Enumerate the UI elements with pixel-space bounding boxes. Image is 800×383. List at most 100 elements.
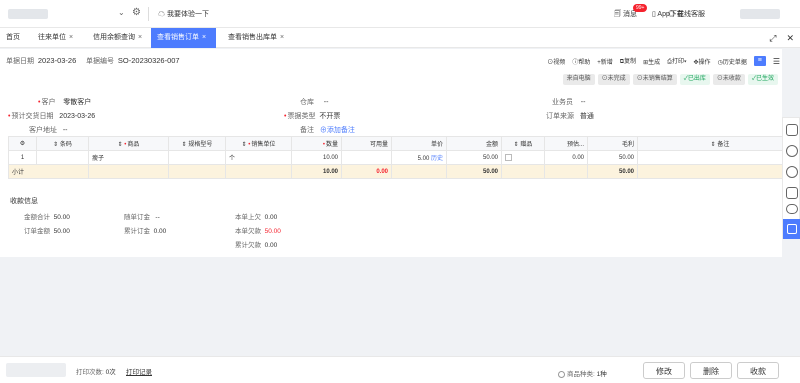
status-badge: 来自电脑: [562, 74, 595, 85]
radio-icon: [558, 370, 565, 378]
status-badge: ✓已出库: [679, 74, 710, 85]
company-selector[interactable]: [8, 9, 48, 19]
layout-icon[interactable]: [783, 219, 800, 239]
edit-button[interactable]: 修改: [643, 362, 685, 379]
col-price: 单价: [391, 136, 447, 151]
bell-icon: 🗐: [614, 11, 621, 18]
col-gift: ⇕ 赠品: [501, 136, 545, 151]
price-history-link[interactable]: 历史: [431, 156, 443, 162]
cloud-icon: ☁: [158, 11, 165, 18]
print-button[interactable]: ⎙打印▾: [667, 56, 686, 66]
list-view-icon[interactable]: ≡: [753, 56, 766, 66]
tab-home[interactable]: 首页: [0, 28, 26, 48]
headset-icon: ◎: [668, 11, 675, 18]
menu-icon[interactable]: ☰: [773, 57, 780, 66]
settings-icon[interactable]: ⚙: [8, 136, 37, 151]
table-row[interactable]: 1 瘦子 个 10.00 5.00 历史 50.00 0.00 50.00: [8, 150, 800, 165]
help-button[interactable]: ⓘ帮助: [572, 57, 590, 66]
toolbar: ⊙视频 ⓘ帮助 +新增 ⧉复制 ⊞生成 ⎙打印▾ ✥操作 ◷历史单据 ≡ ☰: [547, 55, 780, 67]
link-icon[interactable]: [786, 204, 798, 214]
status-badge: ⊙未收款: [712, 74, 745, 85]
warehouse-field: 仓库 --: [300, 99, 329, 106]
col-qty: •数量: [291, 136, 342, 151]
status-badge: ⊙未销售结算: [632, 74, 677, 85]
tab-sales-outbound[interactable]: 查看销售出库单 ×: [222, 28, 290, 48]
gear-icon[interactable]: ⚙: [132, 7, 141, 18]
status-badge: ✓已生效: [747, 74, 778, 85]
shortcut-icon[interactable]: [786, 145, 798, 157]
customer-service-button[interactable]: ◎ 在线客服: [668, 9, 705, 19]
tab-sales-order[interactable]: 查看销售订单 ×: [151, 28, 216, 48]
divider: [148, 7, 149, 21]
close-icon[interactable]: ×: [280, 34, 284, 41]
operate-button[interactable]: ✥操作: [694, 57, 711, 66]
col-barcode: ⇕ 条码: [36, 136, 89, 151]
col-profit: 毛利: [587, 136, 638, 151]
gift-checkbox[interactable]: [505, 153, 512, 161]
col-spec: ⇕ 规格型号: [168, 136, 226, 151]
tab-contacts[interactable]: 往来单位 ×: [32, 28, 79, 48]
add-button[interactable]: +新增: [597, 57, 613, 66]
delete-button[interactable]: 删除: [690, 362, 732, 379]
user-icon[interactable]: [786, 166, 798, 178]
status-badges: 来自电脑 ⊙未完成 ⊙未销售结算 ✓已出库 ⊙未收款 ✓已生效: [562, 74, 778, 85]
generate-button[interactable]: ⊞生成: [643, 57, 660, 66]
remark-field: 备注 ⊕添加备注: [300, 127, 355, 134]
close-icon[interactable]: ×: [138, 34, 142, 41]
salesman-field: 业务员 --: [552, 99, 586, 106]
footer-bar: 打印次数: 0次 打印记录 商品种类: 1种 修改 删除 收款: [0, 356, 800, 383]
document-number: 单据编号 SO-20230326-007: [86, 56, 180, 65]
accum-deposit: 累计订金 0.00: [124, 228, 167, 235]
print-record-link[interactable]: 打印记录: [126, 366, 152, 376]
product-table: ⚙ ⇕ 条码 ⇕ •商品 ⇕ 规格型号 ⇕ •销售单位 •数量 可用量 单价 金…: [8, 136, 800, 179]
try-new-link[interactable]: ☁ 我要体验一下: [158, 9, 209, 19]
total-amount: 金额合计 50.00: [24, 214, 70, 221]
col-remark: ⇕ 备注: [637, 136, 800, 151]
close-icon[interactable]: ×: [69, 34, 73, 41]
order-panel: 单据日期 2023-03-26 单据编号 SO-20230326-007 ⊙视频…: [0, 49, 800, 257]
tab-bar: 首页 往来单位 × 信用余额查询 × 查看销售订单 × 查看销售出库单 × ⤢ ✕: [0, 28, 800, 48]
tab-tools: ⤢ ✕: [759, 28, 794, 48]
document-date: 单据日期 2023-03-26: [6, 56, 77, 65]
print-count: 打印次数: 0次: [76, 369, 116, 376]
col-amount: 金额: [446, 136, 502, 151]
expand-icon[interactable]: ⤢: [769, 33, 776, 43]
footer-info: [6, 363, 66, 377]
order-amount: 订单金额 50.00: [24, 228, 70, 235]
accum-owed: 累计欠款 0.00: [235, 242, 278, 249]
delivery-date-field: •预计交货日期 2023-03-26: [8, 113, 96, 120]
invoice-type-field: •票据类型 不开票: [284, 113, 341, 120]
plus-circle-icon: ⊕: [319, 127, 327, 134]
table-header: ⚙ ⇕ 条码 ⇕ •商品 ⇕ 规格型号 ⇕ •销售单位 •数量 可用量 单价 金…: [8, 136, 800, 151]
user-avatar[interactable]: [740, 9, 780, 19]
top-bar: ⌄ ⚙ ☁ 我要体验一下 🗐 消息 99+ ▯ App下载 ◎ 在线客服: [0, 0, 800, 28]
deposit: 随单订金 --: [124, 214, 160, 221]
add-remark-link[interactable]: ⊕添加备注: [320, 127, 355, 134]
document-icon[interactable]: [786, 124, 798, 136]
last-owed: 本单上欠 0.00: [235, 214, 278, 221]
order-source-field: 订单来源 普通: [546, 113, 594, 120]
col-estimate: 预估...: [544, 136, 588, 151]
status-badge: ⊙未完成: [597, 74, 630, 85]
close-icon[interactable]: ×: [202, 34, 206, 41]
chevron-down-icon[interactable]: ⌄: [118, 8, 125, 17]
col-available: 可用量: [341, 136, 392, 151]
history-button[interactable]: ◷历史单据: [718, 57, 747, 66]
copy-button[interactable]: ⧉复制: [620, 56, 636, 66]
col-product: ⇕ •商品: [88, 136, 169, 151]
goods-types: 商品种类: 1种: [558, 368, 607, 378]
payment-title: 收款信息: [10, 198, 38, 205]
tag-icon[interactable]: [786, 187, 798, 199]
owed: 本单欠款 50.00: [235, 228, 281, 235]
close-icon[interactable]: ✕: [786, 33, 794, 43]
customer-address-field: 客户地址 --: [29, 127, 68, 134]
messages-badge: 99+: [633, 4, 648, 12]
tab-credit-balance[interactable]: 信用余额查询 ×: [87, 28, 148, 48]
customer-field: •客户 零散客户: [38, 99, 92, 106]
col-unit: ⇕ •销售单位: [225, 136, 292, 151]
right-rail: [782, 117, 800, 239]
collect-button[interactable]: 收款: [737, 362, 779, 379]
video-button[interactable]: ⊙视频: [547, 57, 565, 66]
subtotal-row: 小计 10.00 0.00 50.00 50.00: [8, 164, 800, 179]
phone-icon: ▯: [652, 11, 656, 18]
